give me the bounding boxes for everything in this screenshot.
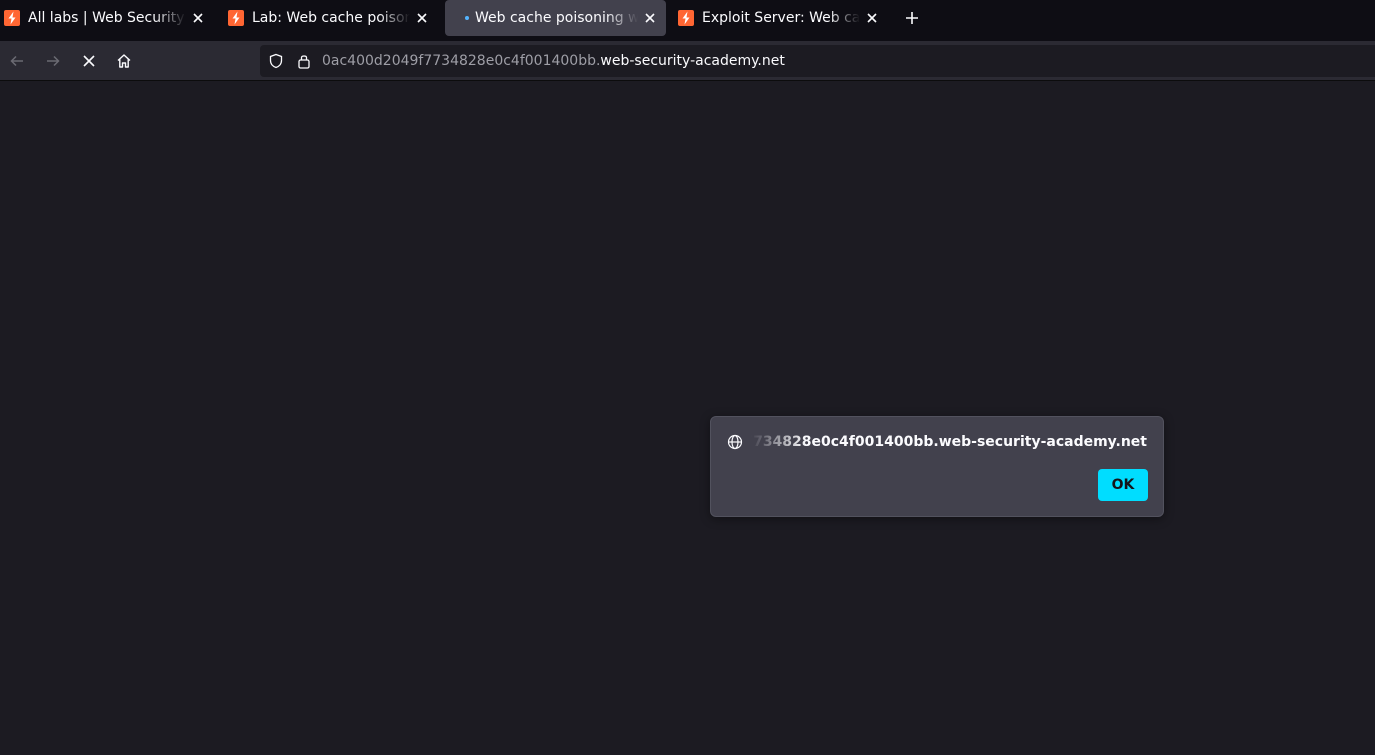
close-tab-icon[interactable]: [414, 10, 430, 26]
url-domain: web-security-academy.net: [600, 53, 785, 69]
stop-button[interactable]: [77, 49, 101, 73]
tab-active-web-cache-poisoning[interactable]: Web cache poisoning with an unkeyed head…: [445, 0, 666, 36]
tab-title: All labs | Web Security Academy: [28, 10, 186, 26]
tab-title: Lab: Web cache poisoning with an unkeyed…: [252, 10, 410, 26]
page-content: [0, 81, 1375, 755]
back-button[interactable]: [5, 49, 29, 73]
new-tab-button[interactable]: [900, 6, 924, 30]
close-tab-icon[interactable]: [642, 10, 658, 26]
loading-dot-icon: [465, 16, 469, 20]
ok-button[interactable]: OK: [1098, 469, 1148, 501]
home-button[interactable]: [112, 49, 136, 73]
tab-bar: All labs | Web Security Academy Lab: Web…: [0, 0, 1375, 41]
close-tab-icon[interactable]: [864, 10, 880, 26]
portswigger-logo-icon: [678, 10, 694, 26]
tab-all-labs[interactable]: All labs | Web Security Academy: [0, 0, 212, 36]
tab-title: Web cache poisoning with an unkeyed head…: [475, 10, 638, 26]
forward-arrow-icon: [47, 55, 60, 67]
tracking-protection-shield-icon[interactable]: [268, 53, 284, 69]
plus-icon: [906, 12, 918, 24]
tab-title: Exploit Server: Web cache poisoning with…: [702, 10, 860, 26]
portswigger-logo-icon: [4, 10, 20, 26]
tab-lab[interactable]: Lab: Web cache poisoning with an unkeyed…: [224, 0, 436, 36]
back-arrow-icon: [10, 55, 23, 67]
dialog-origin-text: 0ac400d2049f7734828e0c4f001400bb.web-sec…: [751, 434, 1147, 450]
close-tab-icon[interactable]: [190, 10, 206, 26]
home-icon: [117, 54, 131, 68]
tab-exploit-server[interactable]: Exploit Server: Web cache poisoning with…: [674, 0, 886, 36]
lock-icon[interactable]: [296, 53, 312, 69]
alert-dialog: 0ac400d2049f7734828e0c4f001400bb.web-sec…: [710, 416, 1164, 517]
url-text[interactable]: 0ac400d2049f7734828e0c4f001400bb.web-sec…: [322, 53, 785, 69]
stop-loading-icon: [83, 55, 95, 67]
address-bar[interactable]: 0ac400d2049f7734828e0c4f001400bb.web-sec…: [260, 45, 1375, 77]
navigation-toolbar: 0ac400d2049f7734828e0c4f001400bb.web-sec…: [0, 41, 1375, 81]
dialog-origin: 0ac400d2049f7734828e0c4f001400bb.web-sec…: [727, 432, 1147, 452]
url-subdomain: 0ac400d2049f7734828e0c4f001400bb.: [322, 53, 601, 69]
globe-icon: [727, 434, 743, 450]
forward-button[interactable]: [41, 49, 65, 73]
portswigger-logo-icon: [228, 10, 244, 26]
